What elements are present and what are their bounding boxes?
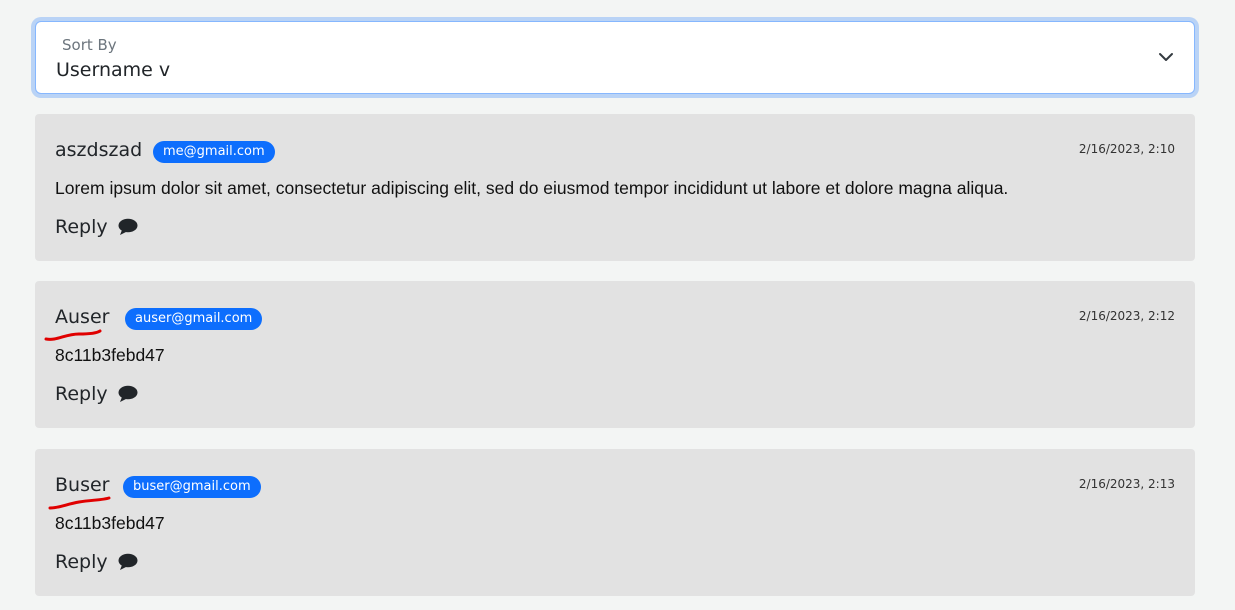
- email-badge: buser@gmail.com: [123, 476, 261, 498]
- red-underline-annotation: [48, 496, 111, 510]
- sort-by-label: Sort By: [62, 36, 117, 54]
- speech-bubble-icon: [118, 553, 138, 570]
- comment-timestamp: 2/16/2023, 2:12: [1078, 309, 1175, 323]
- comment-username: Buser: [55, 474, 110, 496]
- reply-label: Reply: [55, 216, 108, 238]
- speech-bubble-icon: [118, 385, 138, 402]
- comment-card: Auser auser@gmail.com 2/16/2023, 2:12 8c…: [35, 281, 1195, 428]
- email-badge: auser@gmail.com: [125, 308, 263, 330]
- speech-bubble-icon: [118, 218, 138, 235]
- comment-timestamp: 2/16/2023, 2:13: [1078, 477, 1175, 491]
- sort-by-select[interactable]: Sort By Username v: [35, 21, 1195, 94]
- sort-by-value: Username v: [56, 59, 171, 81]
- comment-text: 8c11b3febd47: [55, 345, 165, 365]
- reply-button[interactable]: Reply: [55, 216, 138, 238]
- email-badge: me@gmail.com: [153, 141, 275, 163]
- comment-text: Lorem ipsum dolor sit amet, consectetur …: [55, 178, 1009, 198]
- red-underline-annotation: [44, 329, 102, 341]
- reply-label: Reply: [55, 551, 108, 573]
- comment-text: 8c11b3febd47: [55, 513, 165, 533]
- reply-button[interactable]: Reply: [55, 551, 138, 573]
- comment-card: Buser buser@gmail.com 2/16/2023, 2:13 8c…: [35, 449, 1195, 596]
- comment-timestamp: 2/16/2023, 2:10: [1078, 142, 1175, 156]
- comment-username: Auser: [55, 306, 110, 328]
- reply-button[interactable]: Reply: [55, 383, 138, 405]
- reply-label: Reply: [55, 383, 108, 405]
- comment-username: aszdszad: [55, 139, 143, 161]
- chevron-down-icon: [1159, 53, 1173, 61]
- comment-card: aszdszad me@gmail.com 2/16/2023, 2:10 Lo…: [35, 114, 1195, 261]
